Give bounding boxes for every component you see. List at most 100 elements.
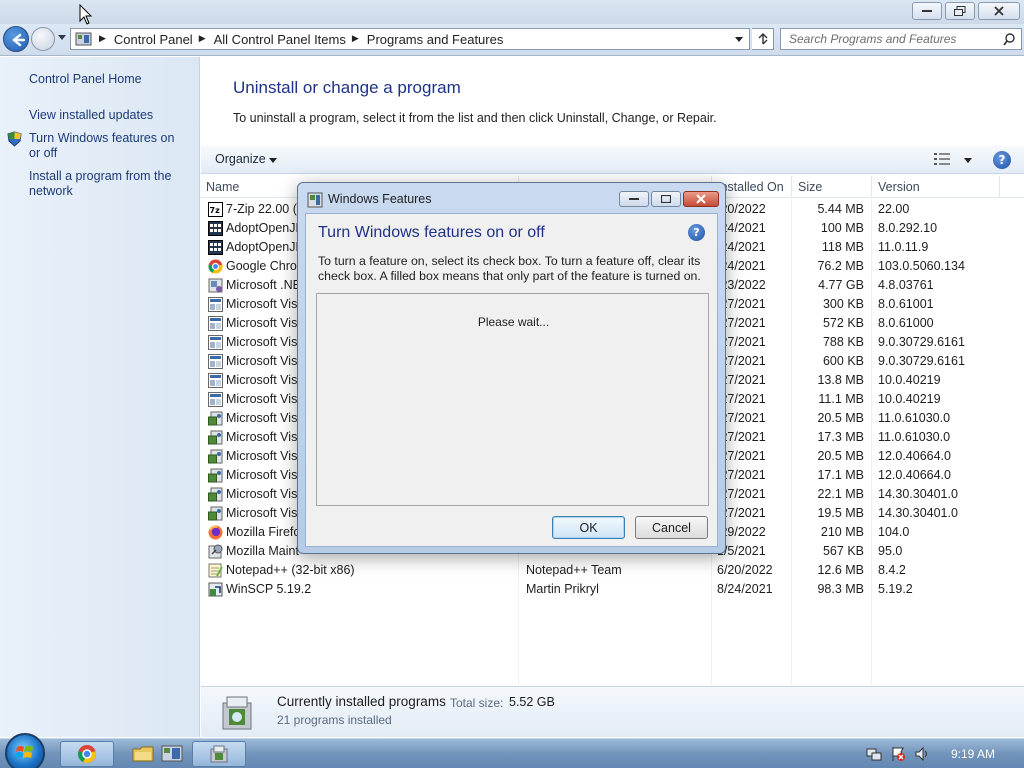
minimize-icon [922,10,932,12]
features-list[interactable]: Please wait... [316,293,709,506]
window-titlebar [0,0,1024,24]
program-name: Notepad++ (32-bit x86) [226,563,355,577]
taskbar-control-panel[interactable] [145,741,199,767]
program-name: 7-Zip 22.00 (x [226,202,304,216]
program-size: 19.5 MB [817,506,864,520]
cancel-button[interactable]: Cancel [635,516,708,539]
help-icon[interactable]: ? [688,224,705,241]
organize-dropdown-arrow[interactable] [269,158,277,163]
refresh-button[interactable] [752,28,774,50]
restore-button[interactable] [945,2,975,20]
java-icon [208,240,223,255]
program-name: Mozilla Firefo [226,525,301,539]
program-size: 300 KB [822,297,864,311]
column-divider[interactable] [871,176,872,198]
program-version: 8.0.61001 [878,297,934,311]
maximize-icon [661,195,671,203]
msi-icon [208,354,223,369]
winscp-icon [208,582,223,597]
window-controls [912,2,1020,20]
dialog-maximize-button[interactable] [651,191,681,207]
program-size: 17.1 MB [817,468,864,482]
program-version: 10.0.40219 [878,392,941,406]
program-version: 8.4.2 [878,563,906,577]
sidebar-item-installed-updates[interactable]: View installed updates [29,108,189,123]
column-divider[interactable] [791,176,792,198]
program-version: 9.0.30729.6161 [878,354,965,368]
column-divider[interactable] [999,176,1000,198]
msi-icon [208,316,223,331]
program-row[interactable]: WinSCP 5.19.2 Martin Prikryl 8/24/2021 98.3… [201,580,1024,599]
program-installed-on: 6/20/2022 [717,563,773,577]
crumb-separator[interactable]: ▶ [199,34,206,44]
installer-icon [208,411,223,426]
sidebar-item-windows-features[interactable]: Turn Windows features on or off [29,131,189,161]
dialog-window-controls [619,191,719,207]
program-version: 10.0.40219 [878,373,941,387]
program-size: 100 MB [820,221,864,235]
program-version: 11.0.11.9 [878,240,929,254]
close-button[interactable] [978,2,1020,20]
chrome-icon [208,259,223,274]
minimize-button[interactable] [912,2,942,20]
back-button[interactable] [3,26,29,52]
organize-button[interactable]: Organize [215,152,266,166]
action-center-flag-icon[interactable] [890,746,906,762]
firefox-icon [208,525,223,540]
program-name: Google Chror [226,259,302,273]
restore-icon [954,6,966,16]
details-title: Currently installed programs [277,694,446,709]
dialog-title: Windows Features [328,192,432,206]
program-version: 5.19.2 [878,582,913,596]
minimize-icon [629,198,639,200]
view-options-icon[interactable] [934,153,950,165]
search-input[interactable]: Search Programs and Features [780,28,1022,50]
program-version: 11.0.61030.0 [878,411,951,425]
address-dropdown[interactable] [735,37,743,42]
program-size: 210 MB [820,525,864,539]
program-size: 5.44 MB [817,202,864,216]
dialog-close-button[interactable] [683,191,719,207]
page-description: To uninstall a program, select it from t… [233,111,717,125]
program-name: Microsoft Visu [226,487,305,501]
program-size: 572 KB [822,316,864,330]
program-size: 12.6 MB [817,563,864,577]
program-version: 9.0.30729.6161 [878,335,965,349]
program-version: 95.0 [878,544,903,558]
crumb-control-panel[interactable]: Control Panel [114,32,193,47]
sidebar-item-install-network[interactable]: Install a program from the network [29,169,189,199]
volume-icon[interactable] [914,746,930,762]
column-header-version[interactable]: Version [878,180,920,194]
taskbar-programs-features[interactable] [192,741,246,767]
ok-button[interactable]: OK [552,516,625,539]
start-button[interactable] [5,733,45,768]
address-box[interactable]: ▶ Control Panel ▶ All Control Panel Item… [70,28,750,50]
chrome-icon [78,745,96,763]
column-header-name[interactable]: Name [206,180,239,194]
program-name: Microsoft Visu [226,430,305,444]
mouse-cursor-icon [79,4,93,25]
program-size: 98.3 MB [817,582,864,596]
network-icon[interactable] [866,746,882,762]
program-row[interactable]: Notepad++ (32-bit x86) Notepad++ Team 6/20… [201,561,1024,580]
program-version: 12.0.40664.0 [878,449,951,463]
crumb-programs-features[interactable]: Programs and Features [367,32,504,47]
view-dropdown-arrow[interactable] [964,158,972,163]
column-header-size[interactable]: Size [798,180,822,194]
program-size: 788 KB [822,335,864,349]
crumb-all-items[interactable]: All Control Panel Items [214,32,346,47]
dialog-minimize-button[interactable] [619,191,649,207]
recent-pages-dropdown[interactable] [58,35,66,40]
forward-button[interactable] [31,27,55,51]
clock[interactable]: 9:19 AM [951,747,995,761]
control-panel-home-link[interactable]: Control Panel Home [29,72,189,87]
column-header-installed-on[interactable]: Installed On [717,180,784,194]
crumb-separator[interactable]: ▶ [352,34,359,44]
control-panel-icon [75,32,92,46]
taskbar-chrome[interactable] [60,741,114,767]
program-name: Microsoft Visu [226,297,305,311]
program-size: 567 KB [822,544,864,558]
help-icon[interactable]: ? [993,151,1011,169]
program-version: 8.0.292.10 [878,221,938,235]
programs-features-icon [210,745,228,763]
